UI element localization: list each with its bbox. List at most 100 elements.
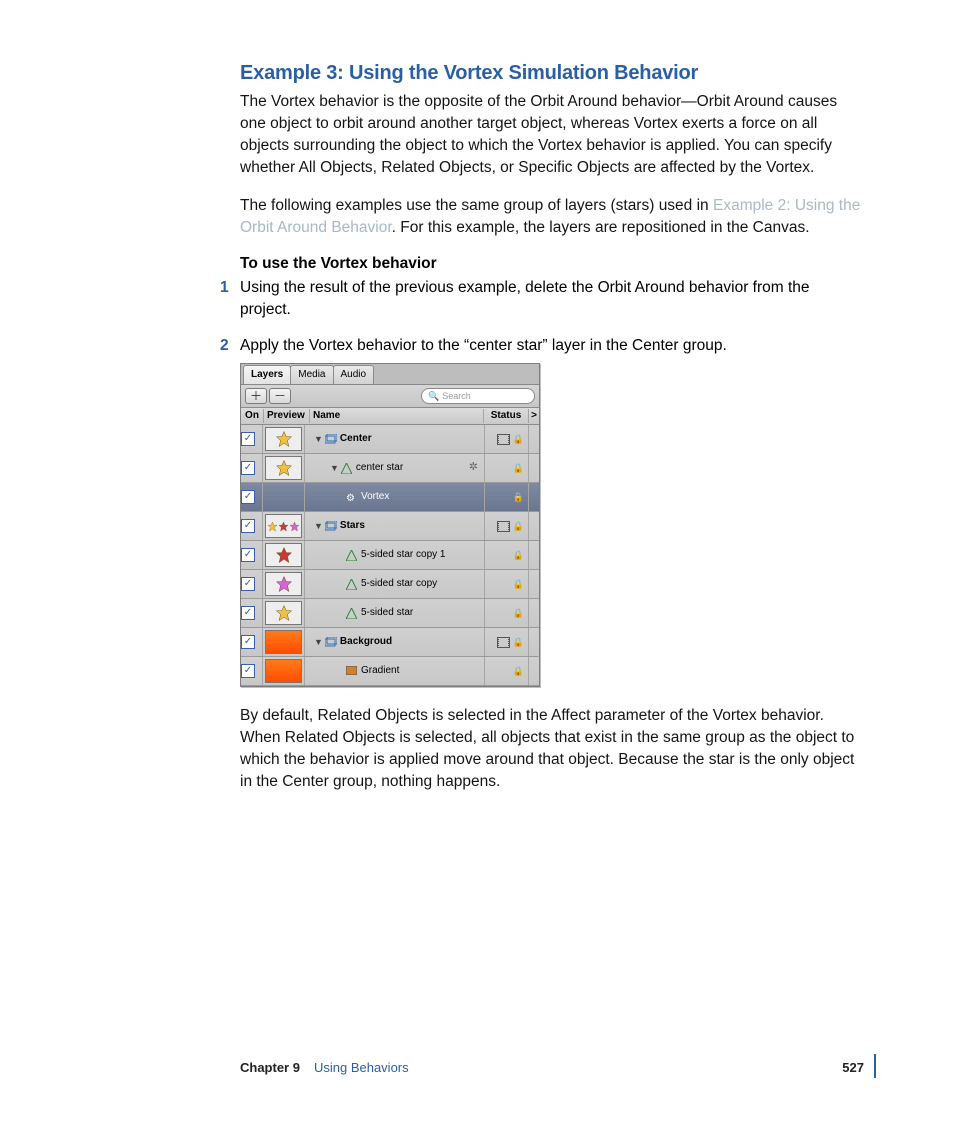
visibility-checkbox[interactable] (241, 541, 263, 569)
layer-name-label: Backgroud (340, 635, 392, 649)
group-icon (325, 637, 337, 647)
group-icon (325, 521, 337, 531)
layer-name-cell[interactable]: 5-sided star copy 1 (305, 541, 485, 569)
status-cell: 🔒 (485, 628, 529, 656)
layer-thumbnail (263, 541, 305, 569)
layer-name-label: Gradient (361, 664, 399, 678)
layer-row[interactable]: 5-sided star 🔒 (241, 599, 539, 628)
lock-icon[interactable]: 🔒 (513, 636, 524, 649)
footer-chapter: Chapter 9 (240, 1060, 300, 1075)
section-heading: Example 3: Using the Vortex Simulation B… (240, 62, 864, 85)
visibility-checkbox[interactable] (241, 454, 263, 482)
layer-name-label: Vortex (361, 490, 389, 504)
layer-row[interactable]: ▼ Center 🔒 (241, 425, 539, 454)
layer-name-label: 5-sided star (361, 606, 413, 620)
layer-name-label: Stars (340, 519, 365, 533)
footer-page-number: 527 (842, 1060, 864, 1075)
column-header-extra[interactable]: > (529, 409, 539, 423)
body-paragraph: By default, Related Objects is selected … (240, 705, 864, 793)
layer-thumbnail (263, 570, 305, 598)
column-header-preview[interactable]: Preview (264, 409, 310, 423)
lock-icon[interactable]: 🔒 (513, 665, 524, 678)
body-paragraph: The following examples use the same grou… (240, 195, 864, 239)
column-header-row: On Preview Name Status > (241, 408, 539, 425)
extra-cell (529, 541, 539, 569)
layer-name-cell[interactable]: ⚙Vortex (305, 483, 485, 511)
layer-row[interactable]: ▼ Backgroud 🔒 (241, 628, 539, 657)
lock-icon[interactable]: 🔒 (513, 549, 524, 562)
visibility-checkbox[interactable] (241, 657, 263, 685)
step-item: Using the result of the previous example… (240, 277, 864, 321)
extra-cell (529, 512, 539, 540)
lock-icon[interactable]: 🔒 (513, 578, 524, 591)
filmstrip-icon (497, 434, 510, 445)
layer-name-cell[interactable]: ▼ center star ✲ (305, 454, 485, 482)
status-cell: 🔒 (485, 425, 529, 453)
panel-toolbar: ＋ － 🔍 Search (241, 385, 539, 408)
search-field[interactable]: 🔍 Search (421, 388, 535, 404)
body-paragraph: The Vortex behavior is the opposite of t… (240, 91, 864, 179)
lock-icon[interactable]: 🔒 (513, 462, 524, 475)
lock-icon[interactable]: 🔒 (513, 607, 524, 620)
visibility-checkbox[interactable] (241, 512, 263, 540)
tab-audio[interactable]: Audio (333, 365, 375, 384)
footer-title: Using Behaviors (314, 1060, 409, 1075)
layer-rows: ▼Center🔒▼center star✲🔒⚙Vortex🔒▼Stars🔒5-s… (241, 425, 539, 686)
layer-thumbnail (263, 483, 305, 511)
layer-row[interactable]: 5-sided star copy 1 🔒 (241, 541, 539, 570)
footer-divider (874, 1054, 876, 1078)
step-text: Apply the Vortex behavior to the “center… (240, 335, 864, 357)
disclosure-triangle-icon[interactable]: ▼ (330, 462, 339, 475)
disclosure-triangle-icon[interactable]: ▼ (314, 433, 323, 446)
layer-name-label: Center (340, 432, 372, 446)
layer-row[interactable]: ▼ center star ✲ 🔒 (241, 454, 539, 483)
extra-cell (529, 454, 539, 482)
layer-row[interactable]: 5-sided star copy 🔒 (241, 570, 539, 599)
visibility-checkbox[interactable] (241, 483, 263, 511)
extra-cell (529, 425, 539, 453)
layer-name-label: 5-sided star copy 1 (361, 548, 446, 562)
layer-name-cell[interactable]: ▼ Backgroud (305, 628, 485, 656)
layer-row[interactable]: Gradient 🔒 (241, 657, 539, 686)
layer-thumbnail (263, 512, 305, 540)
column-header-on[interactable]: On (241, 409, 264, 423)
visibility-checkbox[interactable] (241, 570, 263, 598)
layer-thumbnail (263, 425, 305, 453)
lock-icon[interactable]: 🔒 (513, 491, 524, 504)
generator-icon (346, 666, 358, 676)
tab-media[interactable]: Media (290, 365, 333, 384)
layer-name-cell[interactable]: 5-sided star (305, 599, 485, 627)
disclosure-triangle-icon[interactable]: ▼ (314, 636, 323, 649)
column-header-status[interactable]: Status (484, 409, 529, 423)
layer-row[interactable]: ▼ Stars 🔒 (241, 512, 539, 541)
visibility-checkbox[interactable] (241, 425, 263, 453)
extra-cell (529, 657, 539, 685)
layer-thumbnail (263, 657, 305, 685)
extra-cell (529, 599, 539, 627)
layer-name-label: center star (356, 461, 403, 475)
layer-thumbnail (263, 628, 305, 656)
layer-name-cell[interactable]: ▼ Center (305, 425, 485, 453)
lock-icon[interactable]: 🔒 (513, 520, 524, 533)
column-header-name[interactable]: Name (310, 409, 484, 423)
filmstrip-icon (497, 521, 510, 532)
shape-icon (346, 608, 358, 618)
extra-cell (529, 628, 539, 656)
layer-name-cell[interactable]: Gradient (305, 657, 485, 685)
shape-icon (346, 550, 358, 560)
layer-name-cell[interactable]: 5-sided star copy (305, 570, 485, 598)
remove-button[interactable]: － (269, 388, 291, 404)
layer-row[interactable]: ⚙Vortex 🔒 (241, 483, 539, 512)
procedure-heading: To use the Vortex behavior (240, 255, 864, 273)
add-button[interactable]: ＋ (245, 388, 267, 404)
layer-name-cell[interactable]: ▼ Stars (305, 512, 485, 540)
text-run: The following examples use the same grou… (240, 197, 713, 214)
status-cell: 🔒 (485, 657, 529, 685)
tab-layers[interactable]: Layers (243, 365, 291, 384)
visibility-checkbox[interactable] (241, 599, 263, 627)
step-list: Using the result of the previous example… (240, 277, 864, 793)
visibility-checkbox[interactable] (241, 628, 263, 656)
lock-icon[interactable]: 🔒 (513, 433, 524, 446)
disclosure-triangle-icon[interactable]: ▼ (314, 520, 323, 533)
gear-icon[interactable]: ✲ (469, 460, 484, 476)
